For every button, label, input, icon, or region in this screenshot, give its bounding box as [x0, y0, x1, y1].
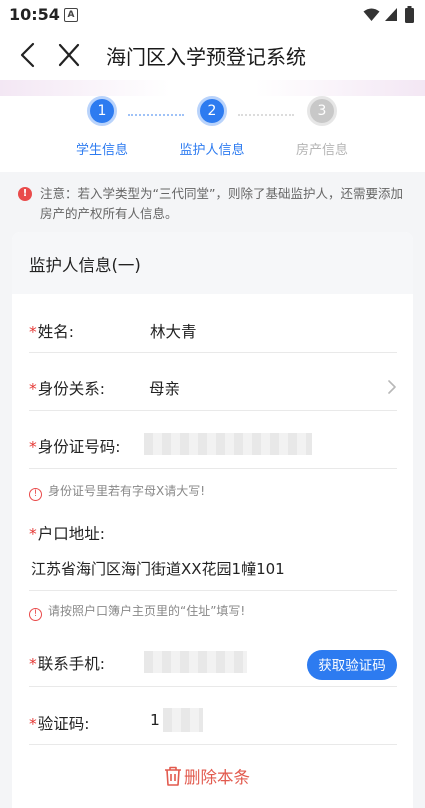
notice-text: 注意：若入学类型为“三代同堂”，则除了基础监护人，还需要添加房产的产权所有人信息…	[40, 186, 403, 221]
guardian-form-card: 监护人信息(一) *姓名: 林大青 *身份关系: 母亲 *身份证号码: ! 身份证…	[12, 232, 413, 808]
notification-icon: A	[64, 8, 78, 22]
page-title: 海门区入学预登记系统	[106, 45, 306, 69]
address-label: *户口地址:	[29, 525, 105, 543]
back-icon[interactable]	[18, 42, 38, 68]
alert-icon: !	[29, 608, 42, 621]
code-masked-value	[163, 708, 203, 732]
address-hint: ! 请按照户口簿户主页里的“住址”填写!	[29, 602, 245, 621]
step-guardian-info[interactable]: 2 监护人信息	[162, 96, 262, 158]
address-field[interactable]: 江苏省海门区海门街道XX花园1幢101	[29, 550, 397, 591]
signal-icon	[385, 8, 397, 21]
notice: ! 注意：若入学类型为“三代同堂”，则除了基础监护人，还需要添加房产的产权所有人…	[18, 184, 408, 224]
required-mark: *	[29, 525, 37, 543]
step-label: 学生信息	[75, 143, 128, 158]
step-label: 监护人信息	[179, 143, 245, 158]
required-mark: *	[29, 323, 37, 341]
code-field[interactable]: *验证码: 1	[29, 698, 397, 745]
step-indicator: 1 学生信息 2 监护人信息 3 房产信息	[0, 80, 425, 172]
id-number-label: *身份证号码:	[29, 438, 121, 456]
relation-label: *身份关系:	[29, 380, 105, 398]
name-value: 林大青	[150, 323, 197, 341]
code-value: 1	[150, 711, 160, 729]
id-number-masked-value	[144, 433, 312, 455]
required-mark: *	[29, 655, 37, 673]
close-icon[interactable]	[57, 42, 81, 68]
step-number: 3	[307, 96, 337, 126]
id-number-field[interactable]: *身份证号码:	[29, 422, 397, 469]
step-label: 房产信息	[295, 143, 348, 158]
wifi-icon	[363, 8, 380, 21]
id-number-hint: ! 身份证号里若有字母X请大写!	[29, 482, 205, 501]
get-code-button[interactable]: 获取验证码	[307, 650, 397, 680]
delete-button[interactable]: 删除本条	[164, 764, 250, 788]
alert-icon: !	[18, 187, 32, 201]
step-number: 1	[87, 96, 117, 126]
relation-value: 母亲	[149, 380, 181, 398]
relation-field[interactable]: *身份关系: 母亲	[29, 364, 397, 411]
required-mark: *	[29, 715, 37, 733]
status-time: 10:54	[9, 5, 60, 24]
step-number: 2	[197, 96, 227, 126]
nav-bar: 海门区入学预登记系统	[0, 30, 425, 80]
code-label: *验证码:	[29, 715, 90, 733]
required-mark: *	[29, 380, 37, 398]
phone-label: *联系手机:	[29, 655, 105, 673]
name-label: *姓名:	[29, 323, 74, 341]
status-bar: 10:54 A	[0, 0, 425, 30]
battery-icon	[405, 6, 414, 23]
card-header: 监护人信息(一)	[12, 232, 413, 294]
alert-icon: !	[29, 488, 42, 501]
card-title: 监护人信息(一)	[29, 256, 141, 275]
phone-masked-value	[144, 651, 247, 673]
address-value: 江苏省海门区海门街道XX花园1幢101	[31, 560, 285, 578]
required-mark: *	[29, 438, 37, 456]
chevron-right-icon	[388, 380, 396, 394]
trash-icon	[165, 766, 181, 786]
step-property-info[interactable]: 3 房产信息	[272, 96, 372, 158]
name-field[interactable]: *姓名: 林大青	[29, 308, 397, 353]
delete-label: 删除本条	[184, 768, 250, 787]
step-student-info[interactable]: 1 学生信息	[52, 96, 152, 158]
